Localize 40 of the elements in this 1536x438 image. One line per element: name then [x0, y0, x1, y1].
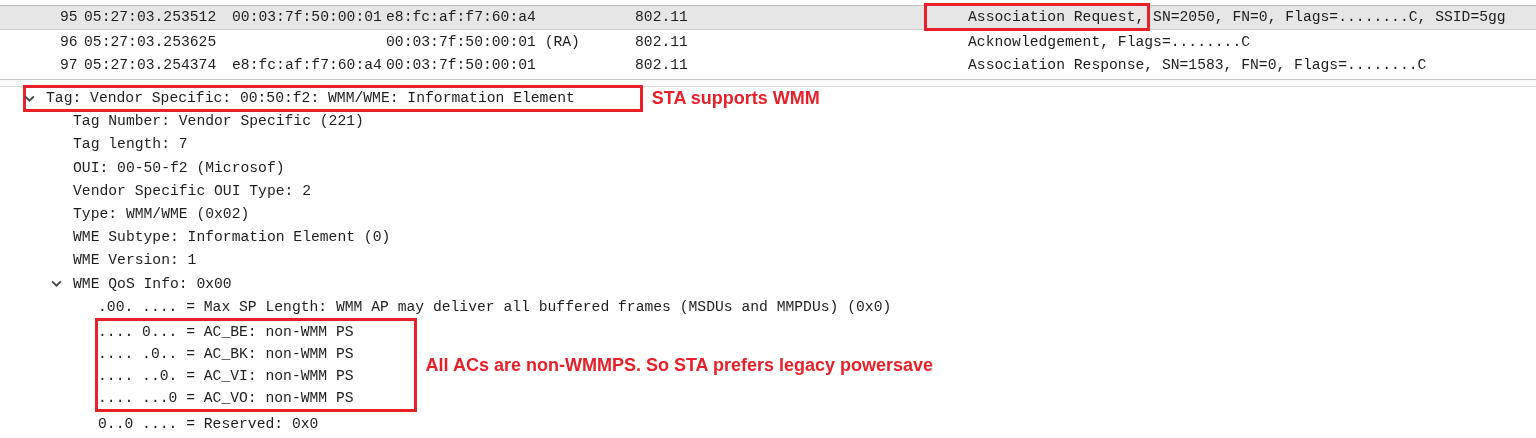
tree-item-text: WME Version: 1	[73, 252, 197, 269]
table-cell-text: 96	[60, 32, 79, 52]
table-cell-text: 95	[60, 8, 79, 27]
tree-item-text: Tag length: 7	[73, 136, 188, 153]
tree-item-text: .... ..0. = AC_VI: non-WMM PS	[98, 368, 354, 385]
tree-item-text: .... 0... = AC_BE: non-WMM PS	[98, 324, 354, 341]
table-cell-text: 00:03:7f:50:00:01 (RA)	[386, 32, 581, 52]
tree-item-text: Vendor Specific OUI Type: 2	[73, 182, 311, 199]
table-cell-text: 802.11	[635, 8, 689, 27]
table-cell-text: 802.11	[635, 56, 689, 75]
table-cell-text: e8:fc:af:f7:60:a4	[232, 56, 383, 75]
annotation-text: STA supports WMM	[651, 87, 820, 109]
chevron-down-icon[interactable]	[51, 278, 62, 290]
table-cell-text: 97	[60, 56, 79, 75]
table-cell-text: 05:27:03.254374	[84, 56, 218, 75]
table-cell-text: 00:03:7f:50:00:01	[386, 56, 537, 75]
pane-splitter[interactable]	[0, 78, 1536, 87]
table-cell-text: 05:27:03.253625	[84, 32, 218, 52]
packet-row[interactable]: 96 05:27:03.253625 00:03:7f:50:00:01 (RA) 802.11 Acknowledgement, Flags=........C	[0, 29, 1536, 53]
highlighted-info-text: Association Request,	[924, 3, 1151, 31]
tree-item-text: .... ...0 = AC_VO: non-WMM PS	[98, 390, 354, 407]
table-cell-text: e8:fc:af:f7:60:a4	[386, 8, 537, 27]
tree-item-text: Tag: Vendor Specific: 00:50:f2: WMM/WME: Information Element	[46, 90, 575, 107]
table-cell-text: 05:27:03.253512	[84, 8, 218, 27]
tree-item-text: WME Subtype: Information Element (0)	[73, 229, 391, 246]
tree-item-text: 0..0 .... = Reserved: 0x0	[98, 415, 319, 432]
info-text: Association Response, SN=1583, FN=0, Flags=........C	[968, 57, 1427, 73]
table-cell-text: 802.11	[635, 32, 689, 52]
tree-item-text: OUI: 00-50-f2 (Microsof)	[73, 159, 285, 176]
packet-row[interactable]: 95 05:27:03.253512 00:03:7f:50:00:01 e8:fc:af:f7:60:a4 802.11 Association Request, SN=2050, FN=0, Flags=........C, SSID=5gg	[0, 5, 1536, 30]
table-cell-text: 00:03:7f:50:00:01	[232, 8, 383, 27]
tree-item-text: .00. .... = Max SP Length: WMM AP may deliver all buffered frames (MSDUs and MMPDUs) (0x0)	[98, 298, 892, 315]
info-text: SN=2050, FN=0, Flags=........C, SSID=5gg	[1152, 9, 1506, 25]
annotation-text: All ACs are non-WMMPS. So STA prefers legacy powersave	[425, 354, 934, 376]
tree-item-text: .... .0.. = AC_BK: non-WMM PS	[98, 346, 354, 363]
info-text: Acknowledgement, Flags=........C	[968, 33, 1251, 50]
packet-row[interactable]: 97 05:27:03.254374 e8:fc:af:f7:60:a4 00:03:7f:50:00:01 802.11 Association Response, SN=1583, FN=0, Flags=........C	[0, 53, 1536, 77]
tree-item-text: Tag Number: Vendor Specific (221)	[73, 113, 364, 130]
tree-item-text: WME QoS Info: 0x00	[73, 275, 232, 292]
tree-item-text: Type: WMM/WME (0x02)	[73, 206, 250, 223]
